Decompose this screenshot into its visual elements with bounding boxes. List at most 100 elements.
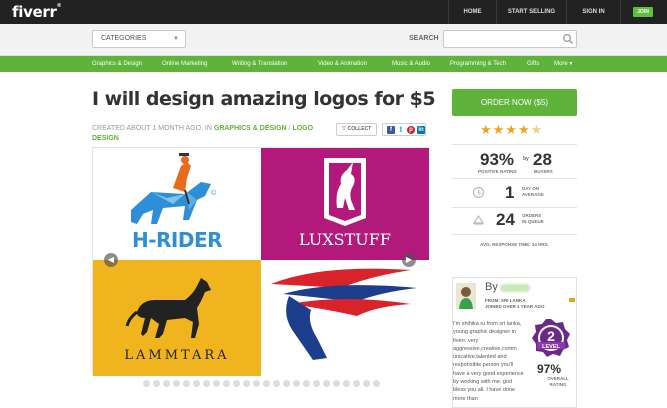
by-separator: by [523,156,529,162]
gallery-dot[interactable] [303,380,310,387]
svg-text:LEVEL: LEVEL [542,344,560,350]
gallery-dot[interactable] [313,380,320,387]
seller-info: FROM: SRI LANKA JOINED OVER 1 YEAR AGO [485,298,545,309]
gallery-dot[interactable] [343,380,350,387]
category-graphics-design[interactable]: Graphics & Design [92,56,142,72]
gallery-image-h-rider[interactable]: © H-RIDER [93,148,261,260]
gallery-dot[interactable] [283,380,290,387]
nav-sign-in[interactable]: SIGN IN [566,0,620,24]
facebook-icon[interactable]: f [387,126,395,134]
category-music-audio[interactable]: Music & Audio [392,56,430,72]
orders-in-queue-label: ORDERS IN QUEUE [522,213,544,224]
orders-in-queue: 24 [496,210,515,229]
search-row: CATEGORIES ▼ SEARCH [0,24,667,56]
share-buttons: f t p in [382,123,426,136]
panel-divider [452,207,577,208]
search-input[interactable] [443,30,577,48]
horse-flag-logo [271,268,417,360]
gallery-dot[interactable] [203,380,210,387]
rating-stars: ★★★★★ [480,122,544,137]
gallery-dot[interactable] [293,380,300,387]
level-badge-icon: 2 LEVEL [532,319,570,357]
positive-rating-label: POSITIVE RATING [478,169,517,174]
search-label: SEARCH [409,35,439,42]
svg-text:2: 2 [547,328,555,344]
pinterest-icon[interactable]: p [407,126,415,134]
lammtara-wordmark: LAMMTARA [124,348,230,363]
panel-divider [452,234,577,235]
gallery-dot[interactable] [273,380,280,387]
panel-divider [452,178,577,179]
gig-gallery: © H-RIDER LUXSTUFF LAMMTARA ◀ ▶ [92,147,429,376]
buyers-label: BUYERS [534,169,553,174]
gallery-dot[interactable] [173,380,180,387]
gallery-dot[interactable] [353,380,360,387]
heart-icon: ♡ [341,126,347,132]
overall-rating-value: 97% [537,362,562,376]
fiverr-logo[interactable]: fiverr® [12,3,62,21]
category-more[interactable]: More ▾ [554,56,572,72]
gallery-dot[interactable] [193,380,200,387]
seller-by-label: By [485,281,498,293]
categories-dropdown[interactable]: CATEGORIES ▼ [92,30,186,48]
gallery-dot[interactable] [373,380,380,387]
collect-label: COLLECT [347,126,372,132]
nav-home[interactable]: HOME [448,0,496,24]
gallery-dot[interactable] [223,380,230,387]
gallery-prev-arrow[interactable]: ◀ [104,253,118,267]
delivery-days: 1 [505,183,515,202]
positive-rating-value: 93% [480,150,515,169]
category-gifts[interactable]: Gifts [527,56,539,72]
country-flag-icon [569,298,575,302]
copyright-mark: © [211,190,217,197]
join-button[interactable]: JOIN [633,7,653,17]
gallery-dot[interactable] [323,380,330,387]
gallery-image-lammtara[interactable]: LAMMTARA [93,260,261,376]
gallery-dot[interactable] [153,380,160,387]
nav-start-selling[interactable]: START SELLING [496,0,566,24]
avg-response-time: AVG. RESPONSE TIME: 24 HRS. [480,242,549,247]
delivery-days-label: DAY ON AVERAGE [522,186,544,197]
gallery-dot[interactable] [363,380,370,387]
gallery-dot[interactable] [333,380,340,387]
seller-name[interactable] [500,284,530,292]
queue-icon [472,214,485,225]
gallery-dot[interactable] [263,380,270,387]
search-icon[interactable] [562,33,574,45]
gallery-image-luxstuff[interactable]: LUXSTUFF [261,148,429,260]
gallery-image-horse-flag[interactable] [261,260,429,376]
h-rider-wordmark: H-RIDER [131,228,223,252]
gallery-dot[interactable] [233,380,240,387]
gallery-dot[interactable] [253,380,260,387]
seller-avatar[interactable] [456,283,476,309]
category-online-marketing[interactable]: Online Marketing [162,56,207,72]
top-bar: fiverr® HOME START SELLING SIGN IN JOIN [0,0,667,24]
gig-title: I will design amazing logos for $5 [92,88,436,110]
meta-category-link[interactable]: GRAPHICS & DESIGN [214,125,287,132]
gig-meta: CREATED ABOUT 1 MONTH AGO, IN GRAPHICS &… [92,124,332,144]
gallery-dot[interactable] [213,380,220,387]
order-now-button[interactable]: ORDER NOW ($5) [452,89,577,116]
twitter-icon[interactable]: t [397,126,405,134]
linkedin-icon[interactable]: in [417,126,425,134]
gallery-next-arrow[interactable]: ▶ [402,253,416,267]
category-video-animation[interactable]: Video & Animation [318,56,367,72]
chevron-down-icon: ▼ [173,36,179,42]
gallery-dot[interactable] [183,380,190,387]
category-writing-translation[interactable]: Writing & Translation [232,56,287,72]
seller-card: By FROM: SRI LANKA JOINED OVER 1 YEAR AGO… [452,277,577,408]
category-programming-tech[interactable]: Programming & Tech [450,56,506,72]
gallery-dot[interactable] [243,380,250,387]
gallery-dot[interactable] [143,380,150,387]
gallery-dot[interactable] [163,380,170,387]
category-bar: Graphics & Design Online Marketing Writi… [0,56,667,72]
categories-label: CATEGORIES [101,35,147,42]
panel-divider [452,144,577,145]
overall-rating-label: OVERALL RATING [547,376,569,387]
luxstuff-wordmark: LUXSTUFF [299,230,391,249]
collect-button[interactable]: ♡ COLLECT [336,123,377,136]
meta-created: CREATED ABOUT 1 MONTH AGO, IN [92,125,214,132]
clock-icon [472,186,485,199]
buyers-count: 28 [533,150,552,169]
seller-description: I'm shihika ru from sri lanka, young gra… [453,321,524,402]
